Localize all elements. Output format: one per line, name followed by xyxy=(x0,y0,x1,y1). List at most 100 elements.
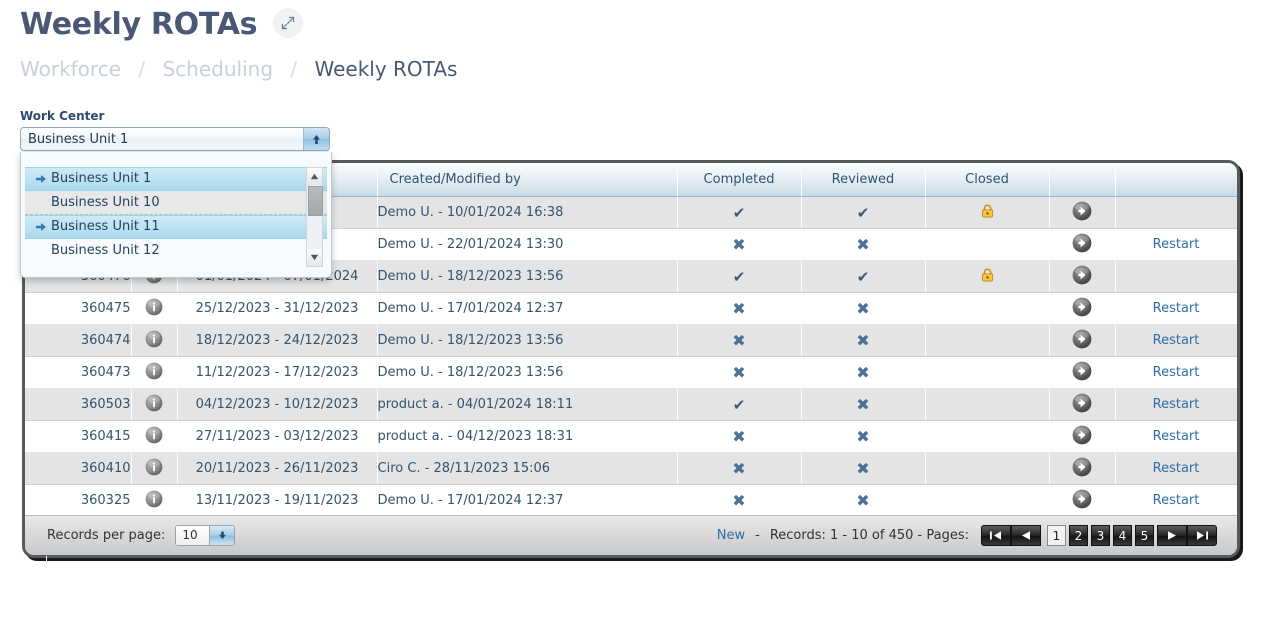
chevron-up-icon[interactable] xyxy=(303,128,329,150)
cell-restart[interactable] xyxy=(1115,260,1237,293)
info-circle-icon[interactable] xyxy=(131,484,178,517)
cell-reviewed: ✔ xyxy=(801,260,926,293)
info-circle-icon[interactable] xyxy=(131,452,178,485)
table-row[interactable]: 360415 27/11/2023 - 03/12/2023 product a. … xyxy=(25,420,1237,453)
arrow-right-circle-icon[interactable] xyxy=(1049,324,1116,357)
last-page-icon[interactable] xyxy=(1187,525,1217,546)
cell-created-modified-by: product a. - 04/01/2024 18:11 xyxy=(377,388,678,421)
work-center-select[interactable]: Business Unit 1 xyxy=(20,127,330,151)
restart-link[interactable]: Restart xyxy=(1153,429,1200,444)
cell-restart[interactable]: Restart xyxy=(1115,228,1237,261)
cell-reviewed: ✖ xyxy=(801,388,926,421)
breadcrumb-separator: / xyxy=(138,57,146,81)
next-page-icon[interactable] xyxy=(1157,525,1187,546)
work-center-option-business-unit-12[interactable]: Business Unit 12 xyxy=(25,239,327,263)
col-closed[interactable]: Closed xyxy=(925,163,1050,197)
info-circle-icon[interactable] xyxy=(131,356,178,389)
table-row[interactable]: 360474 18/12/2023 - 24/12/2023 Demo U. - 1… xyxy=(25,324,1237,357)
first-page-icon[interactable] xyxy=(981,525,1011,546)
restart-link[interactable]: Restart xyxy=(1153,493,1200,508)
caret-up-icon[interactable] xyxy=(307,168,322,185)
page-button-3[interactable]: 3 xyxy=(1091,525,1110,546)
info-circle-icon[interactable] xyxy=(131,324,178,357)
cell-date-range: 13/11/2023 - 19/11/2023 xyxy=(177,484,378,517)
info-circle-icon[interactable] xyxy=(131,292,178,325)
table-row[interactable]: 360325 13/11/2023 - 19/11/2023 Demo U. - 1… xyxy=(25,484,1237,517)
breadcrumb-separator: / xyxy=(290,57,298,81)
arrow-right-circle-icon[interactable] xyxy=(1049,420,1116,453)
left-edge-marker xyxy=(46,556,47,584)
cross-icon: ✖ xyxy=(732,363,746,382)
cell-reviewed: ✖ xyxy=(801,484,926,517)
cell-restart[interactable]: Restart xyxy=(1115,452,1237,485)
arrow-right-circle-icon[interactable] xyxy=(1049,292,1116,325)
restart-link[interactable]: Restart xyxy=(1153,365,1200,380)
dropdown-scrollbar[interactable] xyxy=(306,167,323,267)
arrow-right-circle-icon[interactable] xyxy=(1049,484,1116,517)
page-button-5[interactable]: 5 xyxy=(1135,525,1154,546)
restart-link[interactable]: Restart xyxy=(1153,237,1200,252)
cell-closed xyxy=(925,196,1050,229)
restart-link[interactable]: Restart xyxy=(1153,301,1200,316)
page-button-1[interactable]: 1 xyxy=(1047,525,1066,546)
cell-closed xyxy=(925,484,1050,517)
cell-created-modified-by: Demo U. - 18/12/2023 13:56 xyxy=(377,324,678,357)
breadcrumb-item-scheduling[interactable]: Scheduling xyxy=(162,57,273,81)
info-circle-icon[interactable] xyxy=(131,388,178,421)
cell-completed: ✖ xyxy=(677,452,802,485)
breadcrumb-item-workforce[interactable]: Workforce xyxy=(20,57,121,81)
check-icon: ✔ xyxy=(856,203,870,222)
cross-icon: ✖ xyxy=(856,235,870,254)
expand-arrows-icon[interactable] xyxy=(273,8,304,38)
cross-icon: ✖ xyxy=(856,331,870,350)
col-action xyxy=(1049,163,1116,197)
cell-restart[interactable]: Restart xyxy=(1115,420,1237,453)
page-button-2[interactable]: 2 xyxy=(1069,525,1088,546)
col-completed[interactable]: Completed xyxy=(677,163,802,197)
caret-down-icon[interactable] xyxy=(307,249,322,266)
table-row[interactable]: 360410 20/11/2023 - 26/11/2023 Ciro C. - 2… xyxy=(25,452,1237,485)
work-center-dropdown[interactable]: Business Unit 1 Business Unit 10 Busines… xyxy=(20,152,332,278)
col-created-modified-by[interactable]: Created/Modified by xyxy=(377,163,678,197)
cell-restart[interactable]: Restart xyxy=(1115,484,1237,517)
table-row[interactable]: 360473 11/12/2023 - 17/12/2023 Demo U. - 1… xyxy=(25,356,1237,389)
work-center-option-business-unit-11[interactable]: Business Unit 11 xyxy=(25,215,327,239)
cell-restart[interactable]: Restart xyxy=(1115,356,1237,389)
cell-date-range: 20/11/2023 - 26/11/2023 xyxy=(177,452,378,485)
arrow-right-circle-icon[interactable] xyxy=(1049,228,1116,261)
cell-created-modified-by: Demo U. - 10/01/2024 16:38 xyxy=(377,196,678,229)
cell-restart[interactable]: Restart xyxy=(1115,388,1237,421)
arrow-right-circle-icon[interactable] xyxy=(1049,356,1116,389)
cell-id: 360475 xyxy=(25,292,132,325)
cell-id: 360503 xyxy=(25,388,132,421)
restart-link[interactable]: Restart xyxy=(1153,461,1200,476)
arrow-right-circle-icon[interactable] xyxy=(1049,452,1116,485)
col-reviewed[interactable]: Reviewed xyxy=(801,163,926,197)
work-center-option-business-unit-10[interactable]: Business Unit 10 xyxy=(25,191,327,215)
cell-completed: ✖ xyxy=(677,324,802,357)
cell-date-range: 18/12/2023 - 24/12/2023 xyxy=(177,324,378,357)
col-restart xyxy=(1115,163,1237,197)
pager: New - Records: 1 - 10 of 450 - Pages: 1 xyxy=(717,525,1237,546)
info-circle-icon[interactable] xyxy=(131,420,178,453)
arrow-right-circle-icon[interactable] xyxy=(1049,388,1116,421)
cell-completed: ✔ xyxy=(677,260,802,293)
cell-restart[interactable]: Restart xyxy=(1115,292,1237,325)
scrollbar-thumb[interactable] xyxy=(308,186,323,216)
caret-down-icon[interactable] xyxy=(209,526,235,545)
cell-completed: ✖ xyxy=(677,484,802,517)
cell-restart[interactable]: Restart xyxy=(1115,324,1237,357)
records-per-page-select[interactable]: 10 xyxy=(175,525,236,546)
arrow-right-circle-icon[interactable] xyxy=(1049,196,1116,229)
cell-restart[interactable] xyxy=(1115,196,1237,229)
prev-page-icon[interactable] xyxy=(1011,525,1041,546)
arrow-right-circle-icon[interactable] xyxy=(1049,260,1116,293)
table-row[interactable]: 360503 04/12/2023 - 10/12/2023 product a. … xyxy=(25,388,1237,421)
records-per-page-label: Records per page: xyxy=(47,528,166,543)
restart-link[interactable]: Restart xyxy=(1153,333,1200,348)
new-button[interactable]: New xyxy=(717,528,745,543)
table-row[interactable]: 360475 25/12/2023 - 31/12/2023 Demo U. - 1… xyxy=(25,292,1237,325)
work-center-option-business-unit-1[interactable]: Business Unit 1 xyxy=(25,167,327,191)
restart-link[interactable]: Restart xyxy=(1153,397,1200,412)
page-button-4[interactable]: 4 xyxy=(1113,525,1132,546)
